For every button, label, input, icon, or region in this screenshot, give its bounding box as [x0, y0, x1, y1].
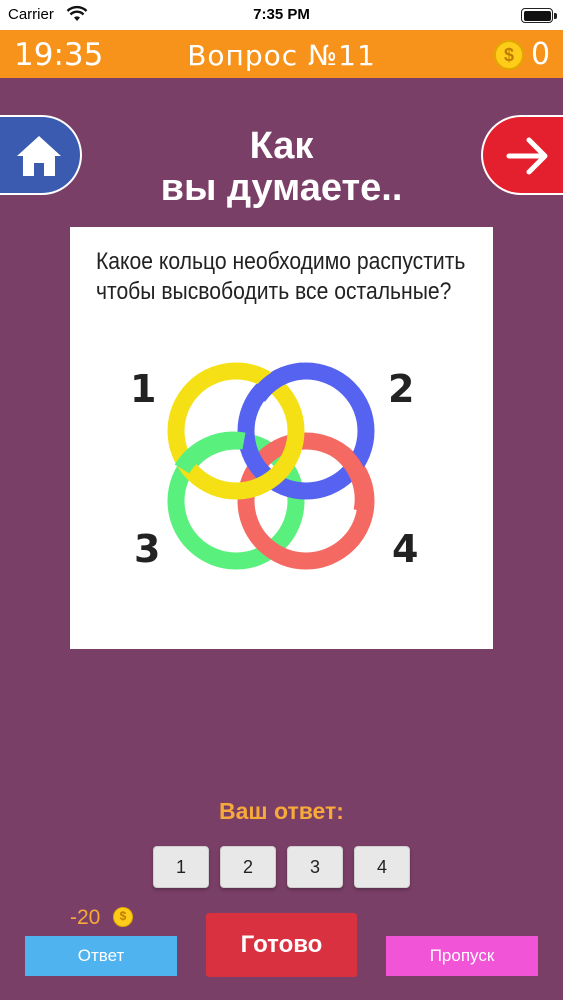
- hint-cost: -20: [70, 906, 101, 929]
- coin-count: 0: [531, 37, 551, 72]
- coin-icon: $: [494, 40, 524, 70]
- option-3[interactable]: 3: [287, 846, 343, 888]
- status-bar: Carrier 7:35 PM: [0, 0, 563, 30]
- ring-yellow: [167, 362, 305, 500]
- heading: Как вы думаете..: [0, 125, 563, 209]
- battery-icon: [521, 8, 557, 23]
- option-2[interactable]: 2: [220, 846, 276, 888]
- skip-button[interactable]: Пропуск: [386, 936, 538, 976]
- rings-figure: [167, 362, 375, 570]
- question-text: Какое кольцо необходимо распустить чтобы…: [96, 248, 466, 305]
- status-time: 7:35 PM: [253, 6, 310, 23]
- show-answer-button[interactable]: Ответ: [25, 936, 177, 976]
- ring-label-4: 4: [392, 527, 419, 571]
- question-title: Вопрос №11: [187, 39, 376, 72]
- option-4[interactable]: 4: [354, 846, 410, 888]
- ring-label-1: 1: [130, 367, 157, 411]
- done-button[interactable]: Готово: [206, 913, 357, 977]
- hint-coin-icon: $: [113, 907, 133, 927]
- question-card: Какое кольцо необходимо распустить чтобы…: [70, 227, 493, 649]
- heading-line-2: вы думаете..: [160, 167, 403, 209]
- top-bar: 19:35 Вопрос №11 $ 0: [0, 30, 563, 78]
- ring-label-2: 2: [388, 367, 415, 411]
- option-1[interactable]: 1: [153, 846, 209, 888]
- heading-line-1: Как: [249, 125, 314, 167]
- answer-label: Ваш ответ:: [219, 798, 344, 824]
